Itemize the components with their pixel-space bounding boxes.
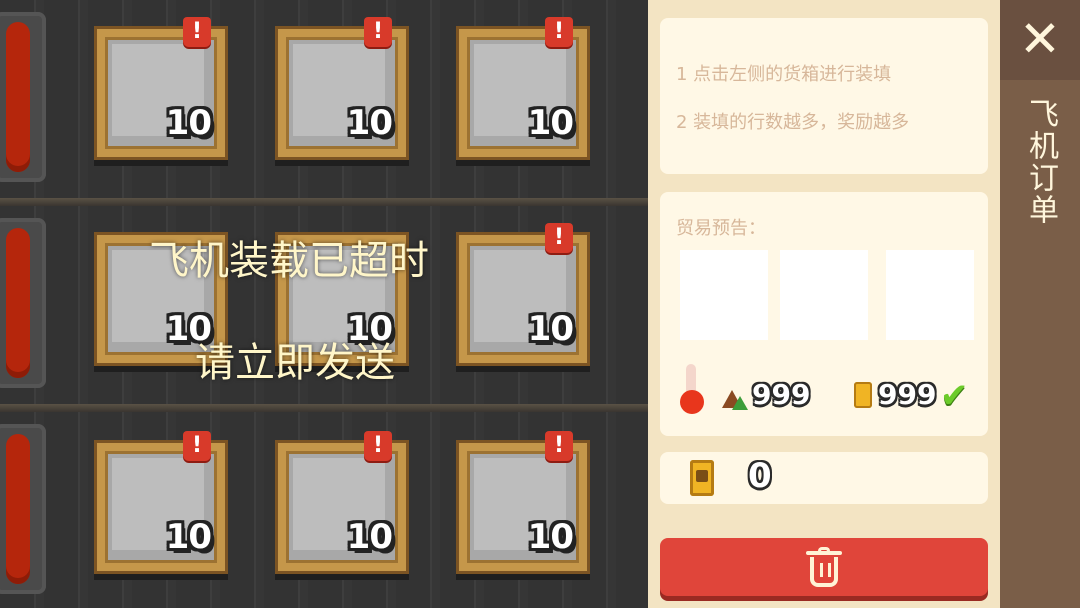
- cargo-crate[interactable]: ! 10: [275, 17, 409, 160]
- thermometer-icon: [680, 364, 704, 414]
- ore-icon: [722, 384, 748, 412]
- forecast-slot: [780, 250, 868, 340]
- reward-amount: 0: [748, 456, 772, 496]
- alert-icon: !: [183, 431, 211, 461]
- order-panel: 1 点击左侧的货箱进行装填 2 装填的行数越多，奖励越多 贸易预告： 999 9…: [648, 0, 1000, 608]
- crate-count: 10: [165, 103, 212, 143]
- cargo-crate[interactable]: ! 10: [456, 17, 590, 160]
- ore-amount: 999: [752, 378, 811, 411]
- cargo-row-1: ! 10 ! 10 ! 10: [0, 0, 648, 206]
- row-progress-slot: [0, 12, 46, 182]
- instructions-card: 1 点击左侧的货箱进行装填 2 装填的行数越多，奖励越多: [660, 18, 988, 174]
- crate-count: 10: [527, 103, 574, 143]
- crate-count: 10: [165, 517, 212, 557]
- alert-icon: !: [545, 17, 573, 47]
- cargo-crate[interactable]: ! 10: [275, 431, 409, 574]
- alert-icon: !: [545, 431, 573, 461]
- send-now-message: 请立即发送: [195, 340, 395, 386]
- forecast-label: 贸易预告：: [676, 218, 766, 239]
- order-tab-strip: ✕ 飞机订单: [1000, 0, 1080, 608]
- cargo-crate[interactable]: ! 10: [94, 17, 228, 160]
- row-progress-slot: [0, 424, 46, 594]
- tab-title: 飞机订单: [1023, 98, 1058, 226]
- fuel-icon: [850, 380, 876, 408]
- crate-count: 10: [527, 517, 574, 557]
- reward-card: 0: [660, 452, 988, 504]
- cargo-crate[interactable]: ! 10: [94, 431, 228, 574]
- alert-icon: !: [183, 17, 211, 47]
- instruction-1: 1 点击左侧的货箱进行装填: [676, 64, 892, 85]
- trade-forecast-card: 贸易预告： 999 999 ✔: [660, 192, 988, 436]
- discard-button[interactable]: [660, 538, 988, 596]
- row-progress-bar: [6, 22, 30, 172]
- cargo-area: ! 10 ! 10 ! 10 10 10 ! 10 ! 10 ! 10 ! 10…: [0, 0, 648, 608]
- crate-count: 10: [346, 517, 393, 557]
- timeout-message: 飞机装载已超时: [149, 238, 429, 284]
- check-icon: ✔: [940, 376, 969, 416]
- fuel-amount: 999: [878, 378, 937, 411]
- fuel-can-icon: [688, 458, 716, 498]
- crate-count: 10: [346, 103, 393, 143]
- trash-icon: [806, 547, 842, 587]
- forecast-slot: [680, 250, 768, 340]
- alert-icon: !: [364, 431, 392, 461]
- instruction-2: 2 装填的行数越多，奖励越多: [676, 112, 910, 133]
- forecast-slot: [886, 250, 974, 340]
- cargo-crate[interactable]: ! 10: [456, 431, 590, 574]
- alert-icon: !: [364, 17, 392, 47]
- close-button[interactable]: ✕: [1000, 0, 1080, 80]
- row-progress-bar: [6, 434, 30, 584]
- cargo-row-3: ! 10 ! 10 ! 10: [0, 412, 648, 608]
